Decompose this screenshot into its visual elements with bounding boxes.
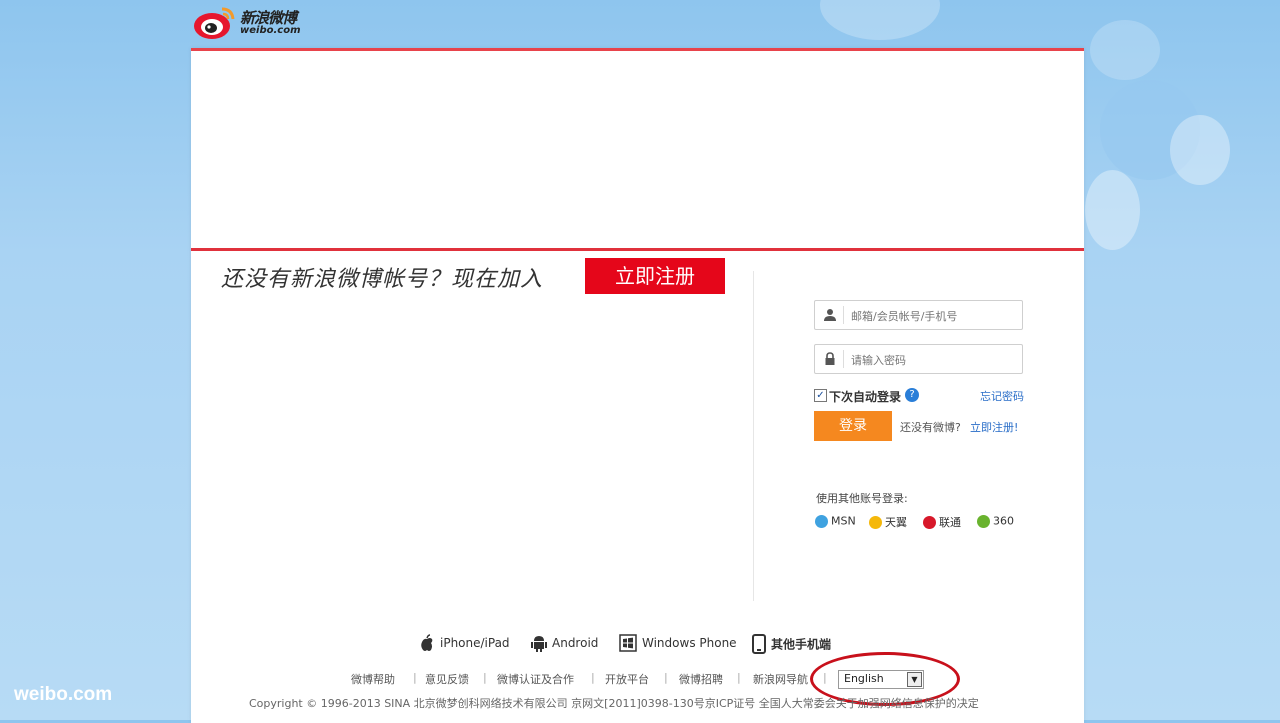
- join-promo-text: 还没有新浪微博帐号？现在加入: [221, 267, 544, 292]
- footer-link-open-platform[interactable]: 开放平台: [605, 671, 649, 687]
- footer-separator: |: [483, 671, 487, 684]
- weibo-eye-icon: [194, 7, 235, 39]
- partner-login-tianyi[interactable]: 天翼: [869, 514, 907, 532]
- login-button[interactable]: 登录: [814, 411, 892, 441]
- partner-login-unicom[interactable]: 联通: [923, 514, 961, 532]
- partner-label: MSN: [831, 514, 856, 528]
- footer-link-verification[interactable]: 微博认证及合作: [497, 671, 574, 687]
- footer-separator: |: [664, 671, 668, 684]
- platform-windows-phone[interactable]: Windows Phone: [619, 634, 737, 652]
- remember-label[interactable]: 下次自动登录: [829, 388, 901, 405]
- banner-area: [191, 51, 1084, 248]
- no-account-text: 还没有微博?: [900, 421, 961, 434]
- register-link[interactable]: 立即注册!: [970, 419, 1018, 435]
- tianyi-icon: [869, 515, 882, 529]
- platform-label: 其他手机端: [771, 637, 832, 652]
- other-login-title: 使用其他账号登录:: [816, 492, 908, 505]
- username-input[interactable]: [849, 305, 1018, 327]
- platform-other-phones[interactable]: 其他手机端: [752, 634, 831, 654]
- platform-label: Windows Phone: [642, 636, 737, 650]
- username-field[interactable]: [814, 300, 1023, 330]
- footer-separator: |: [737, 671, 741, 684]
- unicom-icon: [923, 515, 936, 529]
- partner-login-360[interactable]: 360: [977, 514, 1014, 532]
- remember-row: ✓ 下次自动登录 ? 忘记密码: [814, 387, 1024, 405]
- password-input[interactable]: [849, 349, 1018, 371]
- partner-login-msn[interactable]: MSN: [815, 514, 856, 532]
- background-bubble: [1170, 115, 1230, 185]
- register-now-button[interactable]: 立即注册: [585, 258, 725, 294]
- 360-icon: [977, 514, 990, 528]
- apple-icon: [421, 634, 433, 651]
- platform-android[interactable]: Android: [531, 634, 598, 652]
- weibo-logo[interactable]: 新浪微博 weibo.com: [192, 3, 322, 43]
- background-bubble: [820, 0, 940, 40]
- footer-link-navigation[interactable]: 新浪网导航: [753, 671, 808, 687]
- remember-checkbox[interactable]: ✓: [814, 389, 827, 402]
- footer-link-jobs[interactable]: 微博招聘: [679, 671, 723, 687]
- partner-label: 联通: [939, 516, 961, 529]
- footer-separator: |: [413, 671, 417, 684]
- banner-divider: [191, 248, 1084, 251]
- weibo-watermark: weibo.com: [14, 684, 113, 705]
- phone-icon: [752, 634, 766, 654]
- android-icon: [531, 636, 547, 652]
- footer-separator: |: [591, 671, 595, 684]
- field-separator: [843, 350, 844, 368]
- password-field[interactable]: [814, 344, 1023, 374]
- field-separator: [843, 306, 844, 324]
- footer-link-feedback[interactable]: 意见反馈: [425, 671, 469, 687]
- forgot-password-link[interactable]: 忘记密码: [980, 388, 1024, 404]
- partner-label: 360: [993, 514, 1014, 528]
- section-divider: [753, 271, 754, 601]
- platform-iphone[interactable]: iPhone/iPad: [419, 634, 510, 652]
- partner-label: 天翼: [885, 516, 907, 529]
- platform-label: iPhone/iPad: [440, 636, 510, 650]
- windows-icon: [619, 634, 637, 652]
- msn-icon: [815, 514, 828, 528]
- help-icon[interactable]: ?: [905, 388, 919, 402]
- platform-label: Android: [552, 636, 599, 650]
- background-bubble: [1085, 170, 1140, 250]
- lock-icon: [825, 352, 835, 365]
- footer-link-help[interactable]: 微博帮助: [351, 671, 395, 687]
- login-panel: 还没有新浪微博帐号？现在加入 立即注册 ✓ 下次自动登录 ? 忘记密码 登录 还…: [191, 48, 1084, 723]
- user-icon: [824, 309, 836, 321]
- copyright-text: Copyright © 1996-2013 SINA 北京微梦创科网络技术有限公…: [249, 697, 979, 710]
- background-bubble: [1090, 20, 1160, 80]
- logo-domain: weibo.com: [240, 25, 301, 36]
